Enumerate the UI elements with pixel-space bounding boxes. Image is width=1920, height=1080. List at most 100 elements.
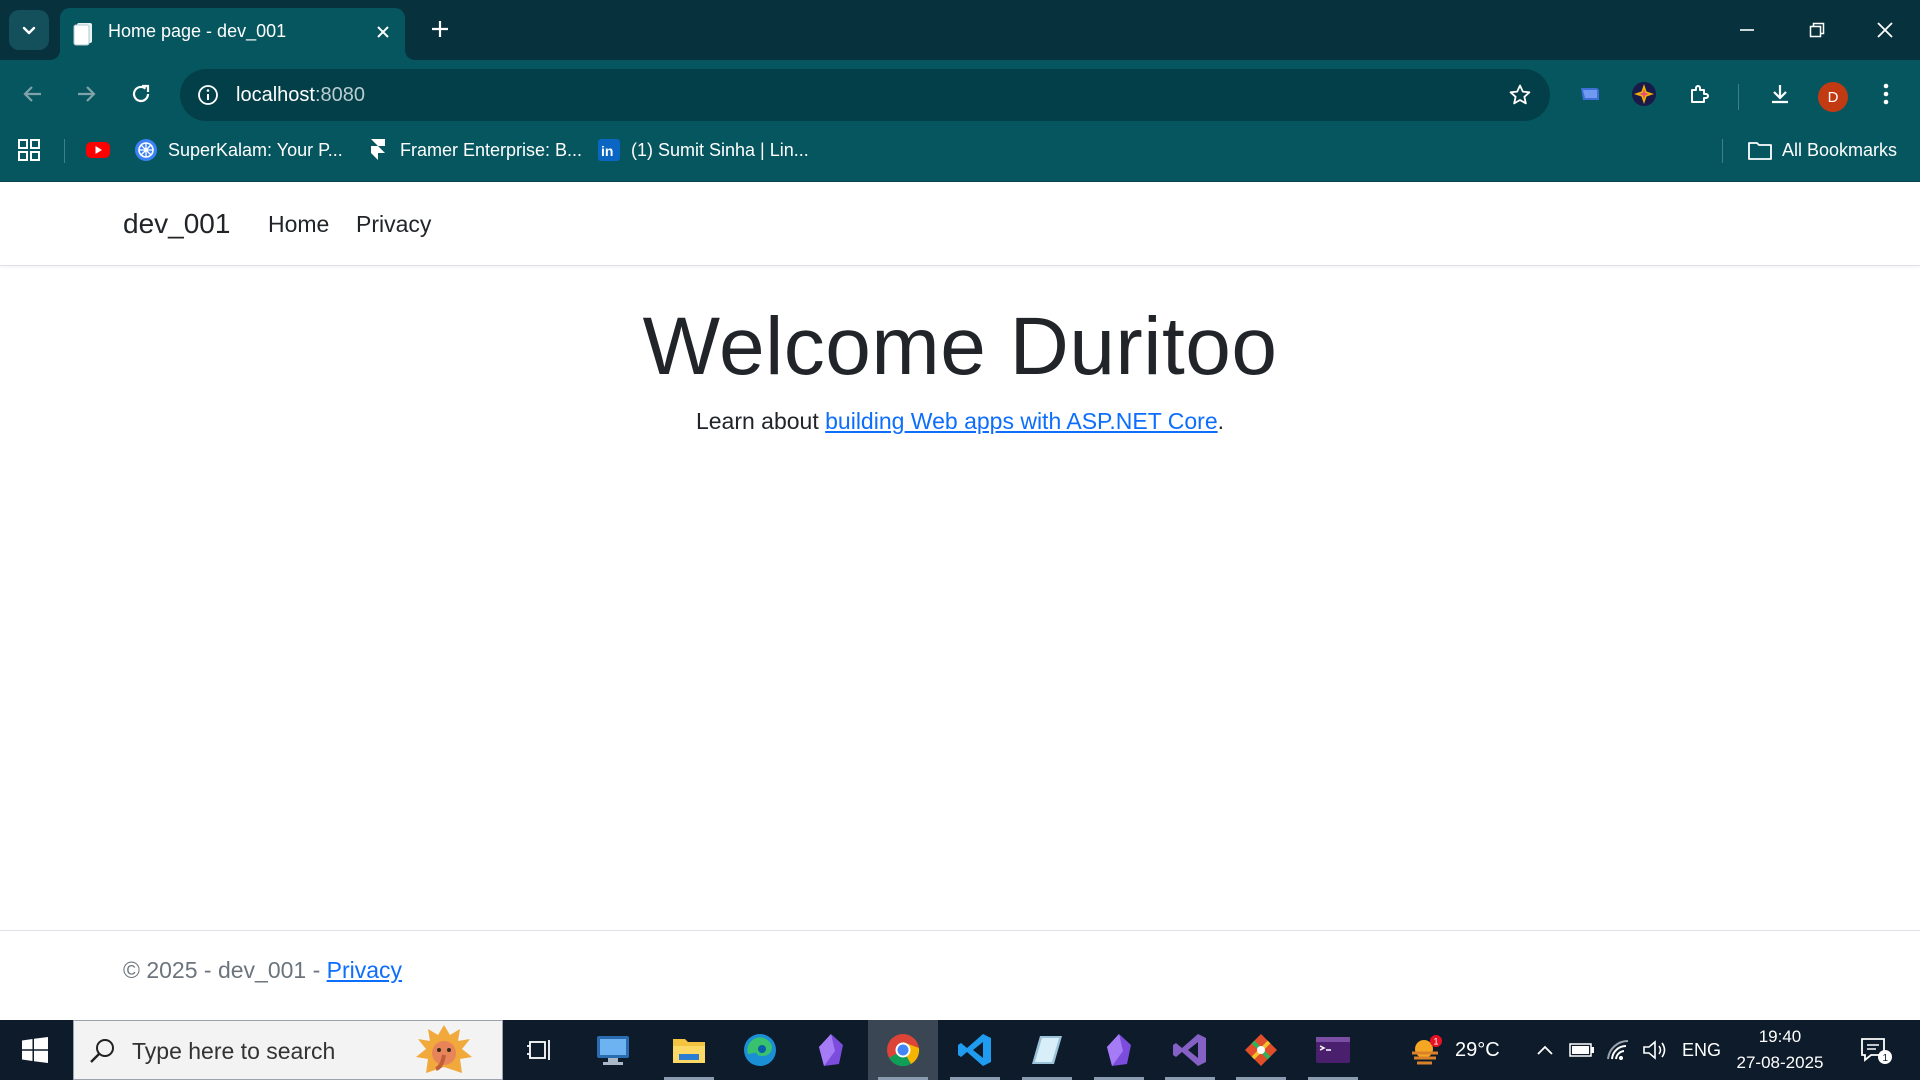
search-highlight-ganesha-icon bbox=[416, 1025, 472, 1073]
input-language[interactable]: ENG bbox=[1682, 1020, 1721, 1080]
system-clock[interactable]: 19:40 27-08-2025 bbox=[1730, 1024, 1830, 1076]
new-tab-button[interactable] bbox=[423, 12, 457, 46]
reload-button[interactable] bbox=[121, 74, 161, 114]
footer-text: © 2025 - dev_001 - Privacy bbox=[123, 931, 402, 1009]
speaker-icon bbox=[1643, 1040, 1666, 1060]
bookmark-divider bbox=[64, 139, 65, 163]
footer-privacy-link[interactable]: Privacy bbox=[327, 957, 402, 983]
all-bookmarks-button[interactable]: All Bookmarks bbox=[1748, 130, 1897, 170]
remote-desktop-icon bbox=[597, 1036, 629, 1065]
search-icon bbox=[90, 1039, 114, 1063]
browser-toolbar: localhost:8080 bbox=[0, 60, 1920, 130]
taskbar-app-remote-desktop[interactable] bbox=[578, 1020, 648, 1080]
bookmark-superkalam[interactable]: SuperKalam: Your P... bbox=[134, 130, 343, 170]
active-tab[interactable]: Home page - dev_001 bbox=[50, 8, 415, 60]
action-center-button[interactable]: 1 bbox=[1856, 1035, 1896, 1065]
more-vertical-icon bbox=[1883, 83, 1889, 105]
clock-date: 27-08-2025 bbox=[1736, 1053, 1824, 1072]
chevron-down-icon bbox=[22, 26, 36, 35]
extension-screencast-button[interactable] bbox=[1570, 74, 1610, 114]
spark-extension-icon bbox=[1632, 82, 1656, 106]
restore-icon bbox=[1809, 22, 1825, 38]
tab-search-button[interactable] bbox=[9, 10, 49, 50]
battery-status[interactable] bbox=[1567, 1035, 1597, 1065]
taskbar-app-terminal[interactable] bbox=[1298, 1020, 1368, 1080]
chrome-menu-button[interactable] bbox=[1866, 74, 1906, 114]
aspnet-docs-link[interactable]: building Web apps with ASP.NET Core bbox=[825, 408, 1218, 434]
clock-time: 19:40 bbox=[1758, 1027, 1802, 1046]
edge-browser-icon bbox=[744, 1034, 776, 1066]
close-icon bbox=[377, 26, 389, 38]
bookmark-label: SuperKalam: Your P... bbox=[168, 139, 343, 160]
weather-haze-icon: 1 bbox=[1412, 1035, 1442, 1065]
toolbar-divider bbox=[1738, 84, 1739, 110]
learn-prefix: Learn about bbox=[695, 408, 826, 434]
task-view-button[interactable] bbox=[505, 1020, 575, 1080]
star-icon bbox=[1509, 84, 1531, 105]
taskbar-app-file-explorer[interactable] bbox=[654, 1020, 724, 1080]
bookmark-framer[interactable]: Framer Enterprise: B... bbox=[366, 130, 582, 170]
learn-paragraph: Learn about building Web apps with ASP.N… bbox=[0, 408, 1920, 435]
taskbar-app-obsidian[interactable] bbox=[796, 1020, 866, 1080]
apps-grid-icon bbox=[18, 139, 40, 161]
back-button[interactable] bbox=[13, 74, 53, 114]
folder-icon bbox=[1748, 138, 1772, 162]
close-window-button[interactable] bbox=[1850, 0, 1920, 60]
plus-icon bbox=[432, 21, 448, 37]
extensions-button[interactable] bbox=[1679, 74, 1719, 114]
minimize-button[interactable] bbox=[1712, 0, 1782, 60]
nav-link-privacy[interactable]: Privacy bbox=[356, 182, 431, 266]
site-footer: © 2025 - dev_001 - Privacy bbox=[0, 930, 1920, 1020]
address-bar[interactable]: localhost:8080 bbox=[180, 69, 1550, 121]
weather-badge: 1 bbox=[1434, 1037, 1439, 1047]
notification-count: 1 bbox=[1883, 1053, 1889, 1064]
downloads-button[interactable] bbox=[1760, 74, 1800, 114]
site-brand-link[interactable]: dev_001 bbox=[123, 182, 230, 266]
battery-icon bbox=[1569, 1043, 1594, 1057]
close-icon bbox=[1877, 22, 1893, 38]
puzzle-icon bbox=[1691, 85, 1709, 103]
folder-icon bbox=[673, 1039, 705, 1063]
taskbar-search-box[interactable]: Type here to search bbox=[73, 1020, 503, 1080]
taskbar-app-chrome[interactable] bbox=[868, 1020, 938, 1080]
windows-logo-icon bbox=[22, 1037, 48, 1063]
weather-widget[interactable]: 1 bbox=[1406, 1035, 1446, 1065]
extension-spark-button[interactable] bbox=[1624, 74, 1664, 114]
restore-button[interactable] bbox=[1782, 0, 1852, 60]
search-placeholder: Type here to search bbox=[132, 1038, 336, 1064]
bookmark-youtube[interactable] bbox=[86, 130, 120, 170]
minimize-icon bbox=[1740, 29, 1754, 31]
taskbar-app-edge[interactable] bbox=[725, 1020, 795, 1080]
start-button[interactable] bbox=[0, 1020, 70, 1080]
notes-app-icon bbox=[1032, 1036, 1062, 1064]
superkalam-icon bbox=[134, 138, 158, 162]
apps-button[interactable] bbox=[18, 130, 40, 170]
url-port: :8080 bbox=[314, 84, 365, 106]
taskbar-app-notes[interactable] bbox=[1012, 1020, 1082, 1080]
task-view-icon bbox=[527, 1040, 550, 1060]
profile-avatar[interactable]: D bbox=[1818, 82, 1848, 112]
bookmark-linkedin[interactable]: in (1) Sumit Sinha | Lin... bbox=[597, 130, 809, 170]
wifi-status[interactable] bbox=[1604, 1035, 1634, 1065]
forward-button[interactable] bbox=[66, 74, 106, 114]
framer-icon bbox=[366, 138, 390, 162]
nav-link-home[interactable]: Home bbox=[268, 182, 329, 266]
volume-control[interactable] bbox=[1640, 1035, 1670, 1065]
taskbar-app-visual-studio[interactable] bbox=[1155, 1020, 1225, 1080]
tab-close-button[interactable] bbox=[371, 20, 395, 44]
site-navbar: dev_001 Home Privacy bbox=[0, 182, 1920, 266]
chrome-icon bbox=[887, 1034, 920, 1067]
taskbar-app-vscode[interactable] bbox=[940, 1020, 1010, 1080]
obsidian-icon bbox=[819, 1034, 843, 1066]
bookmark-star-button[interactable] bbox=[1504, 79, 1536, 111]
linkedin-icon: in bbox=[597, 138, 621, 162]
site-info-button[interactable] bbox=[192, 79, 224, 111]
taskbar-app-obsidian-2[interactable] bbox=[1084, 1020, 1154, 1080]
weather-temperature[interactable]: 29°C bbox=[1455, 1020, 1500, 1080]
url-text[interactable]: localhost:8080 bbox=[236, 69, 365, 121]
windows-taskbar: Type here to search 1 29°C ENG 19:40 27-… bbox=[0, 1020, 1920, 1080]
chevron-up-icon bbox=[1537, 1045, 1553, 1055]
show-hidden-icons-button[interactable] bbox=[1530, 1035, 1560, 1065]
footer-copyright: © 2025 - dev_001 - bbox=[123, 957, 327, 983]
taskbar-app-git[interactable] bbox=[1226, 1020, 1296, 1080]
